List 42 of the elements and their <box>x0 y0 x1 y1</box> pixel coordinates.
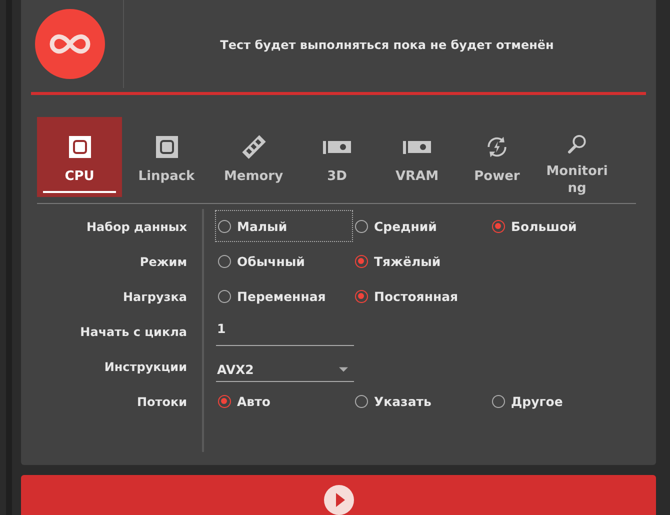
radio-option[interactable]: Другое <box>489 385 627 417</box>
dropdown[interactable]: AVX2 <box>216 358 354 382</box>
setting-label: Режим <box>140 254 187 271</box>
radio-option[interactable]: Обычный <box>215 245 353 277</box>
radio-option[interactable]: Малый <box>215 210 353 242</box>
radio-button[interactable] <box>355 394 368 408</box>
radio-option[interactable]: Средний <box>352 210 490 242</box>
radio-button[interactable] <box>218 254 231 268</box>
play-icon <box>324 485 354 515</box>
tab[interactable]: VRAM <box>378 117 456 197</box>
tab[interactable]: Memory <box>211 117 296 197</box>
radio-option[interactable]: Авто <box>215 385 353 417</box>
setting-label: Набор данных <box>86 219 187 236</box>
radio-button[interactable] <box>355 254 368 268</box>
setting-label: Нагрузка <box>122 289 187 306</box>
chip-icon <box>154 134 178 160</box>
start-button[interactable] <box>21 475 656 515</box>
tab[interactable]: CPU <box>37 117 122 197</box>
radio-option[interactable]: Постоянная <box>352 280 490 312</box>
radio-button[interactable] <box>218 394 231 408</box>
radio-button[interactable] <box>355 220 368 232</box>
status-message: Тест будет выполняться пока не будет отменён <box>220 38 554 52</box>
radio-button[interactable] <box>218 220 231 232</box>
radio-button[interactable] <box>492 394 505 408</box>
chip-icon <box>68 134 92 160</box>
caret-icon <box>339 367 348 372</box>
radio-option[interactable]: Тяжёлый <box>352 245 490 277</box>
radio-option[interactable]: Переменная <box>215 280 353 312</box>
tab[interactable]: Power <box>458 117 536 197</box>
input-field[interactable]: 1 <box>216 315 354 346</box>
infinity-logo-icon <box>35 9 105 79</box>
radio-button[interactable] <box>355 290 368 302</box>
setting-label: Начать с цикла <box>80 324 187 341</box>
radio-button[interactable] <box>492 220 505 232</box>
setting-label: Потоки <box>136 394 187 411</box>
setting-label: Инструкции <box>104 359 187 376</box>
radio-button[interactable] <box>218 290 231 302</box>
radio-option[interactable]: Большой <box>489 210 627 242</box>
tab[interactable]: Linpack <box>124 117 209 197</box>
tab[interactable]: 3D <box>298 117 376 197</box>
radio-option[interactable]: Указать <box>352 385 490 417</box>
tab[interactable]: Monitoring <box>538 117 616 197</box>
